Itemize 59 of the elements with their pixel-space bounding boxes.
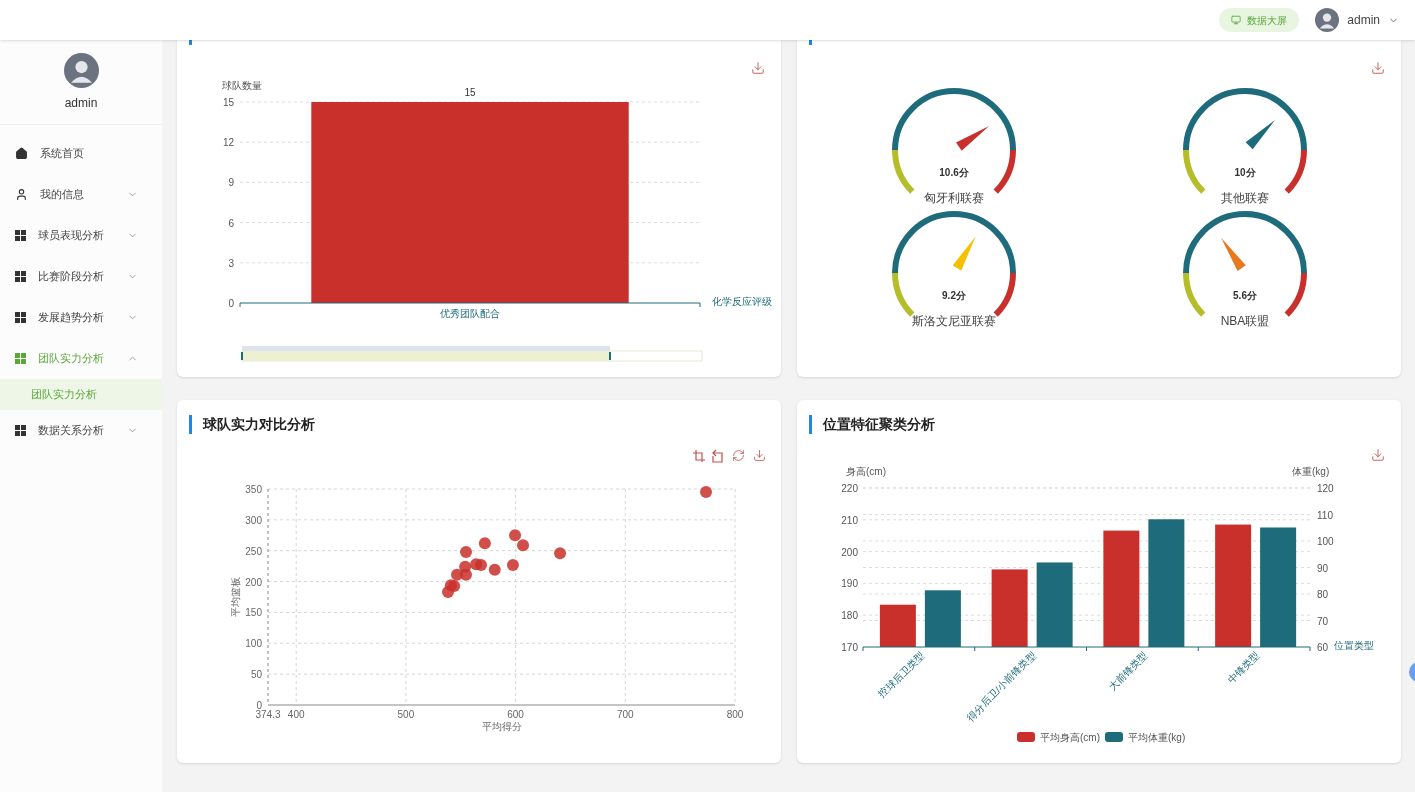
axis-tick-label: 50 [250, 669, 262, 681]
axis-tick-label: 9 [228, 177, 234, 189]
axis-title: 体重(kg) [1292, 466, 1330, 477]
axis-tick-label: 90 [1317, 562, 1329, 574]
axis-tick-label: 优秀团队配合 [440, 308, 500, 319]
axis-tick-label: 250 [245, 545, 262, 557]
axis-tick-label: 600 [507, 709, 524, 720]
axis-tick-label: 350 [245, 484, 262, 495]
axis-title: 位置类型 [1334, 640, 1374, 651]
gauge-label: 其他联赛 [1221, 191, 1269, 205]
data-label: 15 [464, 87, 476, 98]
axis-tick-label: 170 [841, 642, 858, 653]
axis-tick-label: 150 [245, 607, 262, 619]
axis-tick-label: 控球后卫类型 [876, 649, 927, 700]
user-name: admin [64, 95, 98, 112]
axis-title: 球队数量 [222, 80, 262, 91]
axis-tick-label: 12 [222, 137, 234, 149]
axis-tick-label: 中锋类型 [1225, 649, 1262, 686]
axis-tick-label: 500 [397, 709, 415, 720]
axis-tick-label: 110 [1317, 509, 1333, 521]
axis-tick-label: 6 [228, 217, 234, 229]
gauge-label: 斯洛文尼亚联赛 [912, 314, 996, 328]
axis-tick-label: 300 [245, 514, 262, 526]
axis-tick-label: 220 [841, 483, 858, 494]
gauge-label: 匈牙利联赛 [924, 191, 984, 205]
axis-tick-label: 70 [1317, 615, 1329, 627]
axis-tick-label: 60 [1317, 642, 1329, 653]
axis-tick-label: 大前锋类型 [1106, 649, 1150, 693]
axis-tick-label: 374.3 [255, 709, 281, 720]
axis-tick-label: 190 [841, 578, 858, 590]
axis-title: 平均篮板 [230, 577, 241, 617]
axis-tick-label: 200 [245, 576, 262, 588]
gauge-value: 9.2分 [942, 290, 966, 301]
axis-tick-label: 200 [841, 546, 858, 558]
axis-tick-label: 400 [287, 709, 305, 720]
axis-tick-label: 180 [841, 610, 858, 622]
card-title: 位置特征聚类分析 [823, 415, 935, 434]
axis-tick-label: 得分后卫/小前锋类型 [964, 649, 1039, 723]
axis-tick-label: 100 [1317, 536, 1334, 547]
gauge-label: NBA联盟 [1220, 314, 1270, 328]
axis-tick-label: 210 [841, 514, 858, 526]
card-title: 球队实力对比分析 [203, 415, 315, 434]
axis-title: 身高(cm) [846, 466, 886, 477]
axis-title: 平均得分 [482, 721, 522, 732]
axis-tick-label: 100 [245, 638, 262, 650]
axis-tick-label: 80 [1317, 589, 1329, 600]
gauge-value: 10分 [1234, 167, 1256, 178]
axis-tick-label: 3 [228, 257, 234, 269]
axis-tick-label: 120 [1317, 483, 1334, 494]
axis-tick-label: 700 [616, 709, 634, 720]
axis-tick-label: 0 [228, 298, 234, 309]
axis-tick-label: 800 [726, 709, 744, 720]
axis-tick-label: 0 [256, 700, 262, 711]
legend-label: 平均身高(cm) [1040, 732, 1100, 743]
axis-tick-label: 15 [222, 97, 234, 108]
gauge-value: 10.6分 [939, 167, 969, 178]
legend-label: 平均体重(kg) [1128, 732, 1186, 743]
gauge-value: 5.6分 [1233, 290, 1257, 301]
axis-title: 化学反应评级 [712, 296, 772, 307]
